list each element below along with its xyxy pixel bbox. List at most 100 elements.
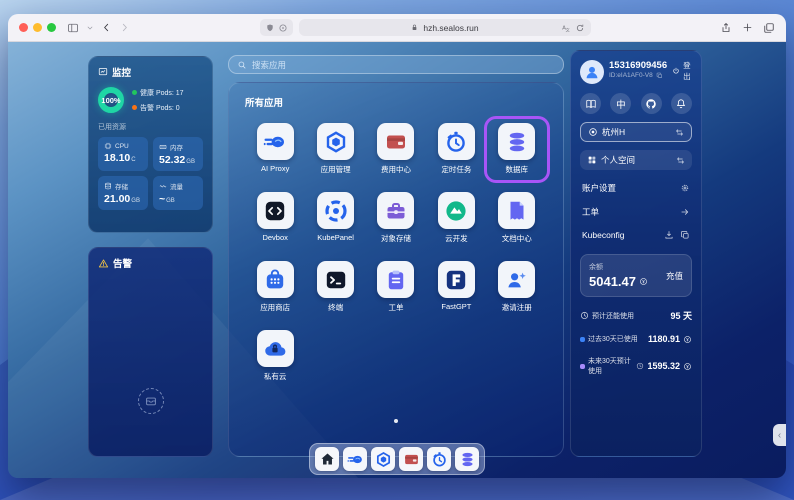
workspace-icon [587, 155, 597, 165]
logout-button[interactable]: 登出 [672, 60, 692, 82]
url-bar[interactable]: hzh.sealos.run A文 [299, 19, 591, 36]
arrow-right-icon [680, 207, 690, 217]
monitoring-title: 监控 [112, 65, 131, 79]
dock-launchpad[interactable] [371, 447, 395, 471]
clock-icon [636, 362, 644, 370]
book-button[interactable] [580, 93, 601, 114]
billing-rows: 预计还能使用 95 天过去30天已使用 1180.91未来30天预计使用 159… [580, 297, 692, 376]
search-input[interactable] [252, 60, 555, 70]
billing-dot [580, 337, 585, 342]
region-selector[interactable]: 杭州H [580, 122, 692, 142]
app-costcenter[interactable]: 费用中心 [366, 119, 426, 180]
launchpad-icon [375, 451, 392, 468]
resource-card-cpu: CPU 18.10C [98, 137, 148, 171]
app-objectstorage[interactable]: 对象存储 [366, 188, 426, 249]
dock-home[interactable] [315, 447, 339, 471]
tabs-overview-icon[interactable] [763, 22, 775, 34]
fastgpt-app-icon [438, 261, 475, 298]
dock-costcenter[interactable] [399, 447, 423, 471]
coin-icon [683, 362, 692, 371]
terminal-app-icon [317, 261, 354, 298]
search-icon [237, 60, 247, 70]
url-text: hzh.sealos.run [423, 23, 478, 33]
app-laf[interactable]: 云开发 [426, 188, 486, 249]
ai-proxy-icon [263, 130, 287, 154]
sidebar-icon[interactable] [67, 22, 79, 34]
share-icon[interactable] [720, 22, 732, 34]
github-button[interactable] [641, 93, 662, 114]
download-icon [664, 230, 674, 240]
chevron-down-icon[interactable] [86, 24, 94, 32]
cronjob-icon [444, 130, 468, 154]
app-label: 终端 [328, 302, 343, 313]
resources-title: 已用资源 [98, 122, 203, 132]
close-button[interactable] [19, 23, 28, 32]
new-tab-icon[interactable] [742, 22, 753, 33]
window-controls[interactable] [19, 23, 56, 32]
dock-cronjob[interactable] [427, 447, 451, 471]
collapse-handle[interactable]: ‹ [773, 424, 786, 446]
workspace-selector[interactable]: 个人空间 [580, 150, 692, 170]
balance-value: 5041.47 [589, 274, 636, 289]
billing-row: 过去30天已使用 1180.91 [580, 334, 692, 344]
app-terminal[interactable]: 终端 [305, 257, 365, 318]
traffic-icon [159, 182, 167, 190]
app-docs[interactable]: 文档中心 [487, 188, 547, 249]
back-button[interactable] [101, 22, 112, 33]
app-appstore[interactable]: 应用商店 [245, 257, 305, 318]
balance-card: 余额 5041.47 充值 [580, 254, 692, 297]
app-cronjob[interactable]: 定时任务 [426, 119, 486, 180]
devbox-icon [263, 199, 287, 223]
menu-Kubeconfig[interactable]: Kubeconfig [580, 230, 692, 240]
app-invite[interactable]: 邀请注册 [487, 257, 547, 318]
coin-icon [639, 277, 648, 286]
copy-id-icon[interactable] [656, 72, 663, 79]
billing-row: 未来30天预计使用 1595.32 [580, 356, 692, 376]
recharge-button[interactable]: 充值 [666, 270, 683, 282]
app-kubepanel[interactable]: KubePanel [305, 188, 365, 249]
window-buttons [720, 22, 775, 34]
objectstorage-icon [384, 199, 408, 223]
translate-icon[interactable]: A文 [561, 23, 571, 33]
app-launchpad[interactable]: 应用管理 [305, 119, 365, 180]
address-area: hzh.sealos.run A文 [137, 19, 713, 36]
home-icon [319, 451, 336, 468]
page-indicator-dot[interactable] [394, 419, 398, 423]
user-name: 15316909456 [609, 60, 667, 71]
menu-账户设置[interactable]: 账户设置 [580, 182, 692, 194]
cpu-icon [104, 142, 112, 150]
dock-database[interactable] [455, 447, 479, 471]
extensions-pill[interactable] [260, 19, 293, 36]
reload-icon[interactable] [575, 23, 585, 33]
devbox-app-icon [257, 192, 294, 229]
menu-工单[interactable]: 工单 [580, 206, 692, 218]
docs-icon [505, 199, 529, 223]
app-ai-proxy[interactable]: AI Proxy [245, 119, 305, 180]
laf-app-icon [438, 192, 475, 229]
app-database[interactable]: 数据库 [487, 119, 547, 180]
avatar[interactable] [580, 60, 604, 84]
language-button[interactable]: 中 [610, 93, 631, 114]
coin-icon [639, 277, 648, 286]
dock-ai-proxy[interactable] [343, 447, 367, 471]
minimize-button[interactable] [33, 23, 42, 32]
alerts-empty-state [138, 388, 164, 414]
app-label: AI Proxy [261, 164, 289, 173]
forward-button[interactable] [119, 22, 130, 33]
app-workorder[interactable]: 工单 [366, 257, 426, 318]
alerts-title: 告警 [113, 256, 132, 270]
target-icon [588, 127, 598, 137]
app-search-bar[interactable] [228, 55, 564, 74]
bell-button[interactable] [671, 93, 692, 114]
app-privatecloud[interactable]: 私有云 [245, 326, 305, 387]
switch-workspace-icon [676, 156, 685, 165]
app-devbox[interactable]: Devbox [245, 188, 305, 249]
invite-app-icon [498, 261, 535, 298]
resource-card-storage: 存储 21.00GB [98, 176, 148, 210]
swap-icon [676, 156, 685, 165]
sealos-desktop: 监控 100% 健康 Pods: 17告警 Pods: 0 已用资源 CPU 1… [8, 42, 786, 478]
app-fastgpt[interactable]: FastGPT [426, 257, 486, 318]
resources-grid: CPU 18.10C内存 52.32GB存储 21.00GB流量 ~GB [98, 137, 203, 210]
app-label: FastGPT [441, 302, 471, 311]
zoom-button[interactable] [47, 23, 56, 32]
